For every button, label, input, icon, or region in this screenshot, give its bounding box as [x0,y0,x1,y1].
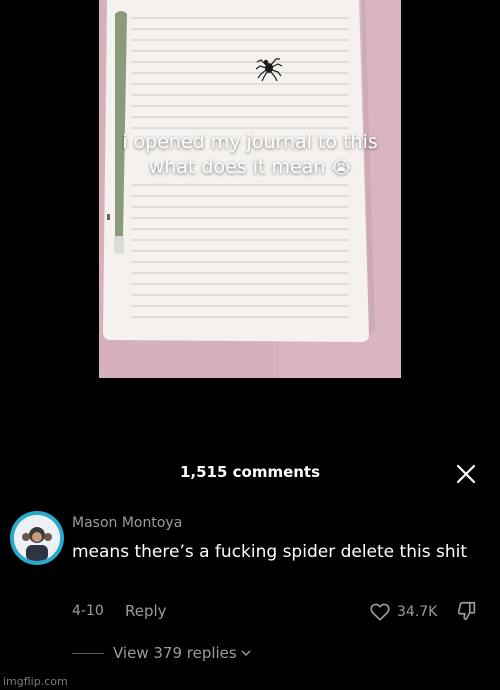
avatar-image [14,515,60,561]
caption-line-1: i opened my journal to this [122,131,378,153]
like-count: 34.7K [397,604,438,620]
close-icon[interactable] [454,462,478,486]
comment-author[interactable]: Mason Montoya [72,515,182,531]
watermark: imgflip.com [3,675,68,688]
heart-icon [370,603,390,621]
view-replies-label: View 379 replies [113,644,237,662]
video-thumbnail [99,0,401,378]
comments-count-title: 1,515 comments [179,463,321,481]
chevron-down-icon [241,650,251,657]
like-button[interactable]: 34.7K [369,600,437,624]
video-frame[interactable]: i opened my journal to this what does it… [99,0,401,378]
reply-button[interactable]: Reply [125,602,167,620]
thumbs-down-icon[interactable] [456,600,478,622]
divider [72,652,104,654]
caption-line-2: what does it mean [148,156,326,178]
crying-emoji-icon: 😭 [331,158,352,178]
view-replies-button[interactable]: View 379 replies [72,644,252,662]
comment-date: 4-10 [72,603,104,619]
comment-text: means there’s a fucking spider delete th… [72,542,467,562]
video-caption: i opened my journal to this what does it… [99,130,401,181]
avatar[interactable] [10,511,64,565]
